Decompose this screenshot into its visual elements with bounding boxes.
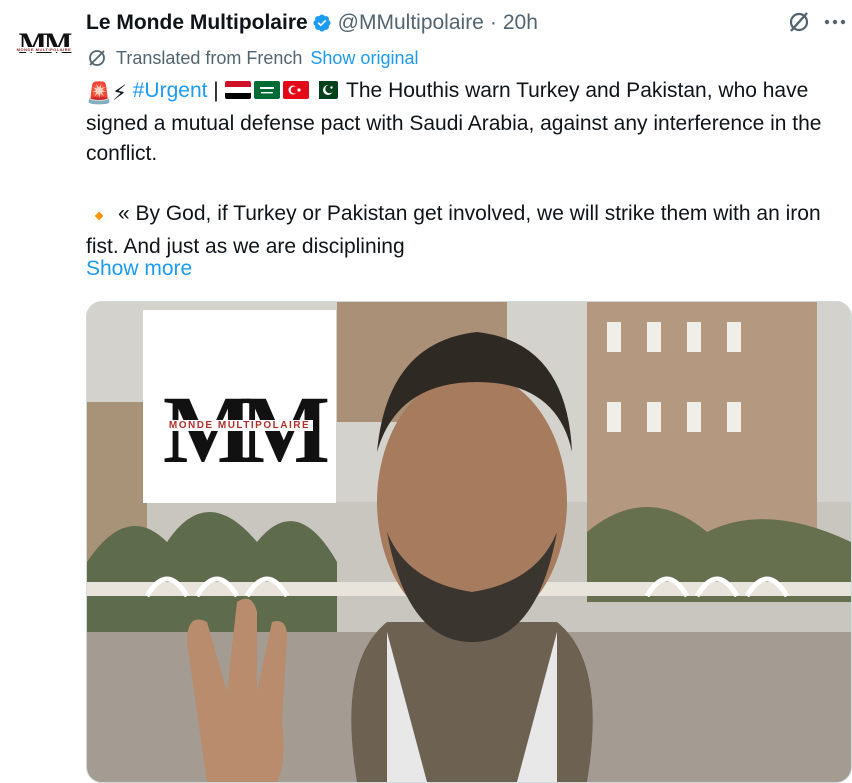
media-logo-tag: MONDE MULTIPOLAIRE <box>165 420 314 431</box>
translated-label: Translated from French <box>116 47 303 68</box>
translation-bar: Translated from French Show original <box>86 44 418 72</box>
saudi-flag-icon <box>253 81 280 99</box>
avatar-letters: MM <box>18 26 73 60</box>
tweet-media[interactable]: MM MONDE MULTIPOLAIRE <box>86 301 852 783</box>
orange-diamond-emoji: 🔸 <box>86 205 113 228</box>
tweet-line-2: « By God, if Turkey or Pakistan get invo… <box>86 202 821 258</box>
tweet-paragraph-2: 🔸 « By God, if Turkey or Pakistan get in… <box>86 199 846 262</box>
hashtag-urgent[interactable]: #Urgent <box>133 79 208 102</box>
pipe-separator: | <box>207 79 225 102</box>
account-handle[interactable]: @MMultipolaire <box>338 11 484 35</box>
tweet-text: 🚨⚡ #Urgent | The Houthis warn Turkey and… <box>86 76 846 262</box>
media-logo-overlay: MM MONDE MULTIPOLAIRE <box>143 310 336 503</box>
show-more-link[interactable]: Show more <box>86 254 192 284</box>
timestamp[interactable]: 20h <box>503 11 538 35</box>
lightning-emoji: ⚡ <box>112 82 127 105</box>
verified-badge-icon <box>313 14 331 32</box>
account-avatar[interactable]: MM MONDE MULTIPOLAIRE <box>14 16 74 64</box>
separator-dot: · <box>489 11 497 34</box>
siren-emoji: 🚨 <box>86 82 113 105</box>
pakistan-flag-icon <box>311 81 338 99</box>
yemen-flag-icon <box>224 81 251 99</box>
display-name[interactable]: Le Monde Multipolaire <box>86 11 308 35</box>
avatar-subtitle: MONDE MULTIPOLAIRE <box>15 46 73 52</box>
more-icon[interactable] <box>822 9 848 35</box>
header-actions <box>786 9 852 35</box>
show-original-link[interactable]: Show original <box>310 48 418 69</box>
translate-globe-icon <box>89 50 105 66</box>
tweet-header: Le Monde Multipolaire @MMultipolaire · 2… <box>86 9 852 37</box>
grok-icon[interactable] <box>786 9 812 35</box>
tweet-paragraph-1: 🚨⚡ #Urgent | The Houthis warn Turkey and… <box>86 76 846 169</box>
turkey-flag-icon <box>282 81 309 99</box>
